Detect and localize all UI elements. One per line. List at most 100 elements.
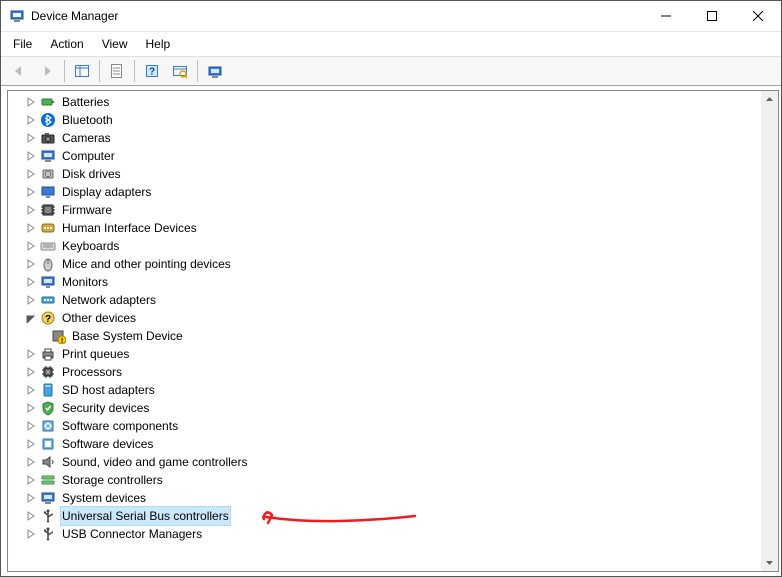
menubar: File Action View Help (1, 32, 781, 56)
tree-node[interactable]: Display adapters (16, 183, 761, 201)
vertical-scrollbar[interactable] (761, 91, 778, 571)
app-icon (9, 8, 25, 24)
expand-icon[interactable] (24, 131, 38, 145)
tree-node[interactable]: Print queues (16, 345, 761, 363)
expand-icon[interactable] (24, 221, 38, 235)
expand-icon[interactable] (24, 365, 38, 379)
tree-node[interactable]: Base System Device (16, 327, 761, 345)
expand-icon[interactable] (24, 257, 38, 271)
expand-icon[interactable] (24, 383, 38, 397)
tree-node-label: Firmware (60, 201, 114, 219)
security-icon (40, 400, 56, 416)
tree-node[interactable]: USB Connector Managers (16, 525, 761, 543)
show-hide-console-tree-button[interactable] (69, 58, 95, 84)
expand-icon[interactable] (24, 239, 38, 253)
expand-icon[interactable] (24, 491, 38, 505)
tree-node[interactable]: Network adapters (16, 291, 761, 309)
menu-view[interactable]: View (94, 35, 136, 53)
expand-icon[interactable] (24, 527, 38, 541)
toolbar-separator (197, 60, 198, 82)
network-icon (40, 292, 56, 308)
expand-icon[interactable] (24, 401, 38, 415)
tree-node[interactable]: Keyboards (16, 237, 761, 255)
tree-node[interactable]: Mice and other pointing devices (16, 255, 761, 273)
tree-node[interactable]: Software components (16, 417, 761, 435)
close-button[interactable] (735, 1, 781, 31)
expand-icon[interactable] (24, 185, 38, 199)
tree-node-label: SD host adapters (60, 381, 157, 399)
minimize-button[interactable] (643, 1, 689, 31)
tree-node-label: Storage controllers (60, 471, 165, 489)
battery-icon (40, 94, 56, 110)
expand-icon[interactable] (24, 455, 38, 469)
expand-icon[interactable] (24, 203, 38, 217)
tree-node[interactable]: Computer (16, 147, 761, 165)
expand-icon[interactable] (24, 149, 38, 163)
scan-hardware-button[interactable] (167, 58, 193, 84)
scroll-up-button[interactable] (761, 91, 778, 108)
tree-node-label: Security devices (60, 399, 151, 417)
display-icon (40, 184, 56, 200)
tree-node-label: Processors (60, 363, 124, 381)
expand-icon[interactable] (24, 275, 38, 289)
tree-node[interactable]: Bluetooth (16, 111, 761, 129)
tree-panel: BatteriesBluetoothCamerasComputerDisk dr… (7, 90, 779, 572)
expand-icon[interactable] (24, 437, 38, 451)
expand-icon[interactable] (24, 293, 38, 307)
help-button[interactable]: ? (139, 58, 165, 84)
expand-icon[interactable] (24, 113, 38, 127)
tree-node-label: Base System Device (70, 327, 185, 345)
tree-node[interactable]: Universal Serial Bus controllers (16, 507, 761, 525)
maximize-button[interactable] (689, 1, 735, 31)
expand-icon[interactable] (24, 473, 38, 487)
tree-node-label: Computer (60, 147, 117, 165)
menu-file[interactable]: File (5, 35, 40, 53)
menu-help[interactable]: Help (138, 35, 179, 53)
tree-node[interactable]: Firmware (16, 201, 761, 219)
tree-node-label: System devices (60, 489, 148, 507)
cpu-icon (40, 364, 56, 380)
tree-node[interactable]: Monitors (16, 273, 761, 291)
tree-node[interactable]: Storage controllers (16, 471, 761, 489)
forward-button (34, 58, 60, 84)
tree-node[interactable]: Sound, video and game controllers (16, 453, 761, 471)
tree-node-label: Universal Serial Bus controllers (60, 506, 231, 526)
expand-icon[interactable] (24, 509, 38, 523)
tree-node[interactable]: SD host adapters (16, 381, 761, 399)
expand-icon[interactable] (24, 347, 38, 361)
storage-icon (40, 472, 56, 488)
tree-node[interactable]: Disk drives (16, 165, 761, 183)
tree-node[interactable]: Batteries (16, 93, 761, 111)
add-legacy-hardware-button[interactable] (202, 58, 228, 84)
tree-node[interactable]: System devices (16, 489, 761, 507)
device-manager-window: Device Manager File Action View Help (0, 0, 782, 577)
device-tree[interactable]: BatteriesBluetoothCamerasComputerDisk dr… (8, 91, 761, 571)
titlebar[interactable]: Device Manager (1, 1, 781, 32)
warning-icon (50, 328, 66, 344)
menu-action[interactable]: Action (42, 35, 91, 53)
tree-node-label: USB Connector Managers (60, 525, 204, 543)
properties-button[interactable] (104, 58, 130, 84)
tree-node[interactable]: Security devices (16, 399, 761, 417)
tree-node[interactable]: Human Interface Devices (16, 219, 761, 237)
expand-icon[interactable] (24, 167, 38, 181)
mouse-icon (40, 256, 56, 272)
expand-icon[interactable] (24, 419, 38, 433)
expand-icon[interactable] (24, 95, 38, 109)
camera-icon (40, 130, 56, 146)
tree-node[interactable]: Other devices (16, 309, 761, 327)
tree-node[interactable]: Cameras (16, 129, 761, 147)
tree-node-label: Keyboards (60, 237, 121, 255)
collapse-icon[interactable] (24, 311, 38, 325)
content-area: BatteriesBluetoothCamerasComputerDisk dr… (1, 86, 781, 576)
tree-node[interactable]: Processors (16, 363, 761, 381)
tree-node-label: Disk drives (60, 165, 123, 183)
tree-node[interactable]: Software devices (16, 435, 761, 453)
tree-node-label: Cameras (60, 129, 113, 147)
toolbar-separator (64, 60, 65, 82)
scroll-down-button[interactable] (761, 554, 778, 571)
firmware-icon (40, 202, 56, 218)
scroll-track[interactable] (761, 108, 778, 554)
bluetooth-icon (40, 112, 56, 128)
usb-icon (40, 508, 56, 524)
